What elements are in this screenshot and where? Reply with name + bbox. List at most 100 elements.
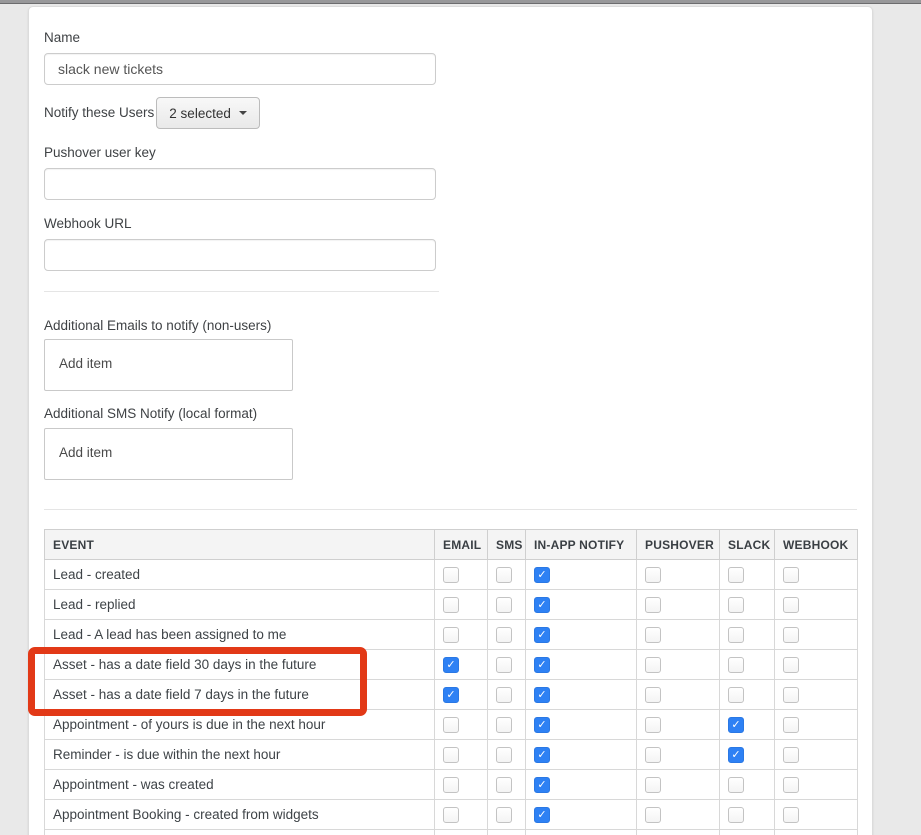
inapp-notify-cell: ✓: [526, 740, 637, 770]
inapp-notify-cell: ✓: [526, 560, 637, 590]
sms-checkbox[interactable]: [496, 567, 512, 583]
webhook-checkbox[interactable]: [783, 627, 799, 643]
inapp-notify-cell: ✓: [526, 710, 637, 740]
webhook-checkbox[interactable]: [783, 687, 799, 703]
pushover-checkbox[interactable]: [645, 627, 661, 643]
sms-checkbox[interactable]: [496, 717, 512, 733]
slack-checkbox[interactable]: [728, 657, 744, 673]
sms-cell: [488, 710, 526, 740]
slack-cell: ✓: [720, 740, 775, 770]
inapp-notify-cell: ✓: [526, 770, 637, 800]
inapp-notify-checkbox[interactable]: ✓: [534, 657, 550, 673]
table-row: Lead - A lead has been assigned to me✓: [45, 620, 858, 650]
name-input[interactable]: [44, 53, 436, 85]
event-name-cell: Asset - has a date field 30 days in the …: [45, 650, 435, 680]
email-checkbox[interactable]: [443, 777, 459, 793]
section-divider: [44, 509, 857, 510]
event-name-cell: [45, 830, 435, 835]
email-checkbox[interactable]: [443, 717, 459, 733]
webhook-checkbox[interactable]: [783, 657, 799, 673]
webhook-cell: [775, 650, 858, 680]
event-name-cell: Reminder - is due within the next hour: [45, 740, 435, 770]
email-checkbox[interactable]: [443, 567, 459, 583]
event-name-cell: Appointment - of yours is due in the nex…: [45, 710, 435, 740]
email-checkbox[interactable]: ✓: [443, 687, 459, 703]
webhook-cell: [775, 560, 858, 590]
notify-users-selected-count: 2 selected: [169, 106, 231, 121]
pushover-checkbox[interactable]: [645, 687, 661, 703]
table-row: Asset - has a date field 7 days in the f…: [45, 680, 858, 710]
email-checkbox[interactable]: [443, 597, 459, 613]
email-checkbox[interactable]: [443, 747, 459, 763]
sms-checkbox[interactable]: [496, 687, 512, 703]
column-header-pushover: PUSHOVER: [637, 530, 720, 560]
table-row: Appointment - of yours is due in the nex…: [45, 710, 858, 740]
slack-checkbox[interactable]: [728, 597, 744, 613]
pushover-checkbox[interactable]: [645, 777, 661, 793]
inapp-notify-checkbox[interactable]: ✓: [534, 747, 550, 763]
pushover-cell: [637, 770, 720, 800]
webhook-checkbox[interactable]: [783, 807, 799, 823]
pushover-checkbox[interactable]: [645, 567, 661, 583]
column-header-email: EMAIL: [435, 530, 488, 560]
sms-checkbox[interactable]: [496, 657, 512, 673]
pushover-checkbox[interactable]: [645, 657, 661, 673]
name-label: Name: [44, 29, 856, 47]
inapp-notify-checkbox[interactable]: ✓: [534, 597, 550, 613]
event-name-cell: Appointment - was created: [45, 770, 435, 800]
sms-checkbox[interactable]: [496, 627, 512, 643]
slack-checkbox[interactable]: [728, 777, 744, 793]
pushover-checkbox[interactable]: [645, 807, 661, 823]
slack-checkbox[interactable]: [728, 807, 744, 823]
inapp-notify-checkbox[interactable]: ✓: [534, 717, 550, 733]
inapp-notify-checkbox[interactable]: ✓: [534, 807, 550, 823]
pushover-checkbox[interactable]: [645, 747, 661, 763]
inapp-notify-checkbox[interactable]: ✓: [534, 687, 550, 703]
notify-users-dropdown[interactable]: 2 selected: [156, 97, 260, 129]
table-row: Appointment Booking - created from widge…: [45, 800, 858, 830]
pushover-input[interactable]: [44, 168, 436, 200]
event-name-cell: Asset - has a date field 7 days in the f…: [45, 680, 435, 710]
webhook-checkbox[interactable]: [783, 567, 799, 583]
email-checkbox[interactable]: [443, 627, 459, 643]
table-row: Reminder - is due within the next hour ✓ ✓: [45, 740, 858, 770]
webhook-checkbox[interactable]: [783, 777, 799, 793]
additional-emails-label: Additional Emails to notify (non-users): [44, 317, 856, 335]
email-cell: ✓: [435, 650, 488, 680]
sms-checkbox[interactable]: [496, 747, 512, 763]
slack-checkbox[interactable]: [728, 687, 744, 703]
sms-checkbox[interactable]: [496, 597, 512, 613]
slack-cell: [720, 650, 775, 680]
webhook-checkbox[interactable]: [783, 747, 799, 763]
webhook-checkbox[interactable]: [783, 717, 799, 733]
email-checkbox[interactable]: ✓: [443, 657, 459, 673]
email-cell: [435, 710, 488, 740]
inapp-notify-checkbox[interactable]: ✓: [534, 627, 550, 643]
slack-cell: [720, 560, 775, 590]
slack-checkbox[interactable]: [728, 567, 744, 583]
webhook-checkbox[interactable]: [783, 597, 799, 613]
section-divider: [44, 291, 439, 292]
slack-cell: ✓: [720, 710, 775, 740]
column-header-sms: SMS: [488, 530, 526, 560]
slack-checkbox[interactable]: ✓: [728, 747, 744, 763]
inapp-notify-cell: [526, 830, 637, 835]
slack-checkbox[interactable]: [728, 627, 744, 643]
email-checkbox[interactable]: [443, 807, 459, 823]
sms-cell: [488, 770, 526, 800]
inapp-notify-checkbox[interactable]: ✓: [534, 567, 550, 583]
sms-checkbox[interactable]: [496, 777, 512, 793]
webhook-input[interactable]: [44, 239, 436, 271]
slack-checkbox[interactable]: ✓: [728, 717, 744, 733]
inapp-notify-checkbox[interactable]: ✓: [534, 777, 550, 793]
table-header-row: EVENT EMAIL SMS IN-APP NOTIFY PUSHOVER S…: [45, 530, 858, 560]
pushover-checkbox[interactable]: [645, 717, 661, 733]
additional-emails-add-item[interactable]: Add item: [59, 356, 112, 371]
pushover-checkbox[interactable]: [645, 597, 661, 613]
table-row: Appointment - was created ✓: [45, 770, 858, 800]
email-cell: [435, 800, 488, 830]
column-header-event: EVENT: [45, 530, 435, 560]
pushover-field-group: Pushover user key: [44, 144, 856, 200]
sms-checkbox[interactable]: [496, 807, 512, 823]
additional-sms-add-item[interactable]: Add item: [59, 445, 112, 460]
